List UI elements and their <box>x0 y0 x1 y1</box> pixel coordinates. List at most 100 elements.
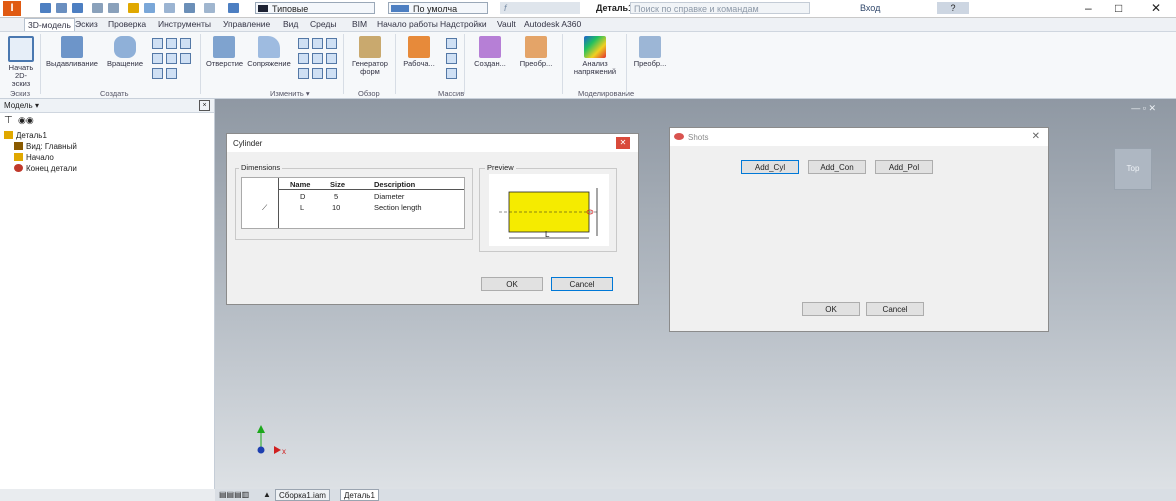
group-label-pattern: Массив <box>438 89 465 98</box>
revolve-button[interactable]: Вращение <box>103 36 147 68</box>
close-icon[interactable]: ✕ <box>1032 131 1040 142</box>
tab-scroll-icon[interactable]: ▲ <box>263 490 271 499</box>
tree-item-end-of-part[interactable]: Конец детали <box>14 164 77 173</box>
chamfer-icon[interactable] <box>298 38 309 49</box>
tab-inspect[interactable]: Проверка <box>108 19 146 29</box>
sweep-icon[interactable] <box>166 38 177 49</box>
tab-manage[interactable]: Управление <box>223 19 270 29</box>
revolve-label: Вращение <box>106 59 144 68</box>
create-surface-button[interactable]: Создан... <box>470 36 510 68</box>
shape-generator-button[interactable]: Генератор форм <box>348 36 392 76</box>
minimize-button[interactable]: – <box>1085 1 1092 15</box>
view-cube[interactable]: Top <box>1114 148 1152 190</box>
cancel-button[interactable]: Cancel <box>866 302 924 316</box>
convert-button[interactable]: Преобр... <box>516 36 556 68</box>
group-label-modify: Изменить ▾ <box>270 89 310 98</box>
work-features-button[interactable]: Рабоча... <box>398 36 440 68</box>
filter-icon[interactable]: ⊤ <box>4 115 13 126</box>
rib-icon[interactable] <box>152 53 163 64</box>
style-swatch <box>258 5 268 12</box>
browser-title[interactable]: Модель ▾ <box>4 101 39 110</box>
window-controls[interactable]: — ▫ ✕ <box>1131 103 1156 114</box>
dimensions-table[interactable]: Name Size Description D 5 Diameter ⟋ L 1… <box>241 177 465 229</box>
ok-button[interactable]: OK <box>802 302 860 316</box>
start-sketch-button[interactable]: Начать 2D-эскиз <box>6 36 36 88</box>
hole-button[interactable]: Отверстие <box>206 36 243 68</box>
layout-icons[interactable]: ▤▤▤▥ <box>219 490 249 499</box>
tab-get-started[interactable]: Начало работы <box>377 19 438 29</box>
new-file-icon[interactable] <box>40 3 51 13</box>
tab-bim[interactable]: BIM <box>352 19 367 29</box>
home-icon[interactable] <box>128 3 139 13</box>
convert-button-2[interactable]: Преобр... <box>630 36 670 68</box>
material-select[interactable]: По умолча <box>388 2 488 14</box>
draft-icon[interactable] <box>326 38 337 49</box>
derive-icon[interactable] <box>180 53 191 64</box>
tab-sketch[interactable]: Эскиз <box>75 19 98 29</box>
cell-size[interactable]: 10 <box>332 203 340 212</box>
tab-add-ins[interactable]: Надстройки <box>440 19 487 29</box>
x-axis-arrow <box>274 446 281 454</box>
ok-button[interactable]: OK <box>481 277 543 291</box>
tab-vault[interactable]: Vault <box>497 19 516 29</box>
rectangular-pattern-icon[interactable] <box>446 38 457 49</box>
add-cyl-button[interactable]: Add_Cyl <box>741 160 799 174</box>
close-panel-icon[interactable]: × <box>199 100 210 111</box>
delete-face-icon[interactable] <box>312 68 323 79</box>
add-con-button[interactable]: Add_Con <box>808 160 866 174</box>
tree-item-view[interactable]: Вид: Главный <box>14 142 77 151</box>
cancel-button[interactable]: Cancel <box>551 277 613 291</box>
help-button[interactable]: ? <box>937 2 969 14</box>
cell-size[interactable]: 5 <box>334 192 338 201</box>
select-icon[interactable] <box>164 3 175 13</box>
tab-view[interactable]: Вид <box>283 19 298 29</box>
app-logo[interactable]: I <box>3 1 21 16</box>
add-pol-button[interactable]: Add_Pol <box>875 160 933 174</box>
measure-icon[interactable] <box>184 3 195 13</box>
loft-icon[interactable] <box>152 38 163 49</box>
style-select[interactable]: Типовые <box>255 2 375 14</box>
parameters-fx-box[interactable]: f <box>500 2 580 14</box>
tab-a360[interactable]: Autodesk A360 <box>524 19 581 29</box>
tree-item-part[interactable]: Деталь1 <box>4 131 47 140</box>
tab-3d-model[interactable]: 3D-модель <box>24 18 75 31</box>
doc-tab-assembly[interactable]: Сборка1.iam <box>275 489 330 501</box>
tree-item-origin[interactable]: Начало <box>14 153 54 162</box>
thicken-icon[interactable] <box>298 68 309 79</box>
coil-icon[interactable] <box>180 38 191 49</box>
binoculars-icon[interactable]: ◉◉ <box>18 115 34 126</box>
help-search-input[interactable]: Поиск по справке и командам <box>630 2 810 14</box>
shell-icon[interactable] <box>312 38 323 49</box>
close-icon[interactable]: ✕ <box>616 137 630 149</box>
material-swatch <box>391 5 409 12</box>
group-label-explore: Обзор <box>358 89 380 98</box>
maximize-button[interactable]: □ <box>1115 1 1122 15</box>
save-icon[interactable] <box>72 3 83 13</box>
direct-edit-icon[interactable] <box>326 68 337 79</box>
undo-icon[interactable] <box>92 3 103 13</box>
length-label: L <box>545 230 550 239</box>
shape-generator-icon <box>359 36 381 58</box>
properties-icon[interactable] <box>204 3 215 13</box>
close-button[interactable]: ✕ <box>1151 1 1161 15</box>
split-icon[interactable] <box>312 53 323 64</box>
stress-analysis-button[interactable]: Анализ напряжений <box>568 36 622 76</box>
tab-environments[interactable]: Среды <box>310 19 336 29</box>
sign-in-link[interactable]: Вход <box>860 3 880 13</box>
group-separator <box>464 34 465 94</box>
emboss-icon[interactable] <box>166 53 177 64</box>
circular-pattern-icon[interactable] <box>446 53 457 64</box>
tab-tools[interactable]: Инструменты <box>158 19 211 29</box>
extrude-button[interactable]: Выдавливание <box>46 36 98 68</box>
fillet-button[interactable]: Сопряжение <box>244 36 294 68</box>
redo-icon[interactable] <box>108 3 119 13</box>
update-icon[interactable] <box>144 3 155 13</box>
doc-tab-part[interactable]: Деталь1 <box>340 489 379 501</box>
mirror-icon[interactable] <box>446 68 457 79</box>
open-file-icon[interactable] <box>56 3 67 13</box>
import-icon[interactable] <box>152 68 163 79</box>
thread-icon[interactable] <box>298 53 309 64</box>
combine-icon[interactable] <box>326 53 337 64</box>
unwrap-icon[interactable] <box>166 68 177 79</box>
appearance-icon[interactable] <box>228 3 239 13</box>
